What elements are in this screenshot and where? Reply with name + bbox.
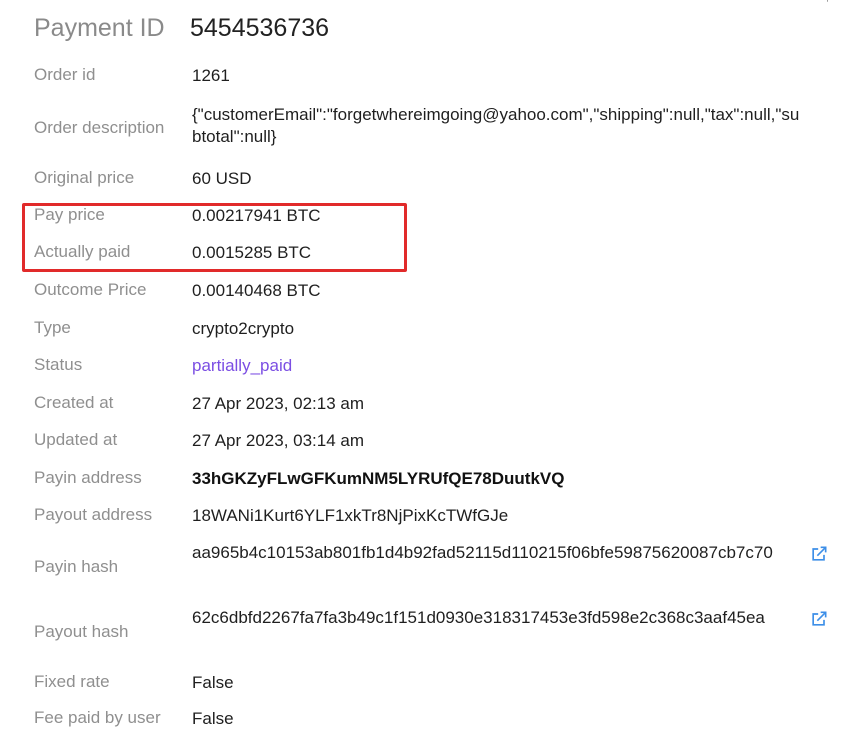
order-description-row: Order description {"customerEmail":"forg… xyxy=(0,104,850,152)
payout-hash-row: Payout hash 62c6dbfd2267fa7fa3b49c1f151d… xyxy=(0,607,850,655)
outcome-price-value: 0.00140468 BTC xyxy=(192,281,321,300)
payment-id-header: Payment ID 5454536736 xyxy=(34,8,329,48)
type-row: Type crypto2crypto xyxy=(0,318,850,342)
fixed-rate-label: Fixed rate xyxy=(34,672,110,691)
created-at-value: 27 Apr 2023, 02:13 am xyxy=(192,394,365,413)
payment-details-panel: ⌝ Payment ID 5454536736 Order id 1261 Or… xyxy=(0,0,850,732)
updated-at-label: Updated at xyxy=(34,430,118,449)
payin-hash-row: Payin hash aa965b4c10153ab801fb1d4b92fad… xyxy=(0,542,850,590)
original-price-label: Original price xyxy=(34,168,135,187)
payout-address-value: 18WANi1Kurt6YLF1xkTr8NjPixKcTWfGJe xyxy=(192,506,509,525)
outcome-price-row: Outcome Price 0.00140468 BTC xyxy=(0,280,850,304)
actually-paid-value: 0.0015285 BTC xyxy=(192,243,312,262)
fee-paid-by-user-label: Fee paid by user xyxy=(34,708,161,727)
created-at-row: Created at 27 Apr 2023, 02:13 am xyxy=(0,393,850,417)
corner-mark: ⌝ xyxy=(824,0,829,9)
fee-paid-by-user-value: False xyxy=(192,709,234,728)
order-description-label: Order description xyxy=(34,118,165,137)
payout-address-row: Payout address 18WANi1Kurt6YLF1xkTr8NjPi… xyxy=(0,505,850,529)
fee-paid-by-user-row: Fee paid by user False xyxy=(0,708,850,732)
payment-id-label: Payment ID xyxy=(34,13,165,42)
fixed-rate-value: False xyxy=(192,673,234,692)
order-id-row: Order id 1261 xyxy=(0,65,850,89)
order-description-value: {"customerEmail":"forgetwhereimgoing@yah… xyxy=(192,105,800,146)
order-id-label: Order id xyxy=(34,65,96,84)
payment-id-value: 5454536736 xyxy=(190,13,330,42)
created-at-label: Created at xyxy=(34,393,114,412)
pay-price-row: Pay price 0.00217941 BTC xyxy=(0,205,850,229)
actually-paid-row: Actually paid 0.0015285 BTC xyxy=(0,242,850,266)
fixed-rate-row: Fixed rate False xyxy=(0,672,850,696)
type-label: Type xyxy=(34,318,71,337)
actually-paid-label: Actually paid xyxy=(34,242,131,261)
payin-hash-external-link-icon[interactable] xyxy=(809,544,829,564)
payin-address-value: 33hGKZyFLwGFKumNM5LYRUfQE78DuutkVQ xyxy=(192,469,565,488)
payin-hash-value: aa965b4c10153ab801fb1d4b92fad52115d11021… xyxy=(192,543,773,562)
pay-price-value: 0.00217941 BTC xyxy=(192,206,321,225)
original-price-value: 60 USD xyxy=(192,169,252,188)
outcome-price-label: Outcome Price xyxy=(34,280,147,299)
type-value: crypto2crypto xyxy=(192,319,295,338)
status-row: Status partially_paid xyxy=(0,355,850,379)
payin-address-row: Payin address 33hGKZyFLwGFKumNM5LYRUfQE7… xyxy=(0,468,850,492)
status-value: partially_paid xyxy=(192,356,293,375)
payout-hash-external-link-icon[interactable] xyxy=(809,609,829,629)
status-label: Status xyxy=(34,355,83,374)
payin-address-label: Payin address xyxy=(34,468,142,487)
updated-at-row: Updated at 27 Apr 2023, 03:14 am xyxy=(0,430,850,454)
order-id-value: 1261 xyxy=(192,66,230,85)
payin-hash-label: Payin hash xyxy=(34,557,119,576)
original-price-row: Original price 60 USD xyxy=(0,168,850,192)
payout-address-label: Payout address xyxy=(34,505,153,524)
updated-at-value: 27 Apr 2023, 03:14 am xyxy=(192,431,365,450)
pay-price-label: Pay price xyxy=(34,205,105,224)
payout-hash-value: 62c6dbfd2267fa7fa3b49c1f151d0930e3183174… xyxy=(192,608,765,627)
payout-hash-label: Payout hash xyxy=(34,622,129,641)
